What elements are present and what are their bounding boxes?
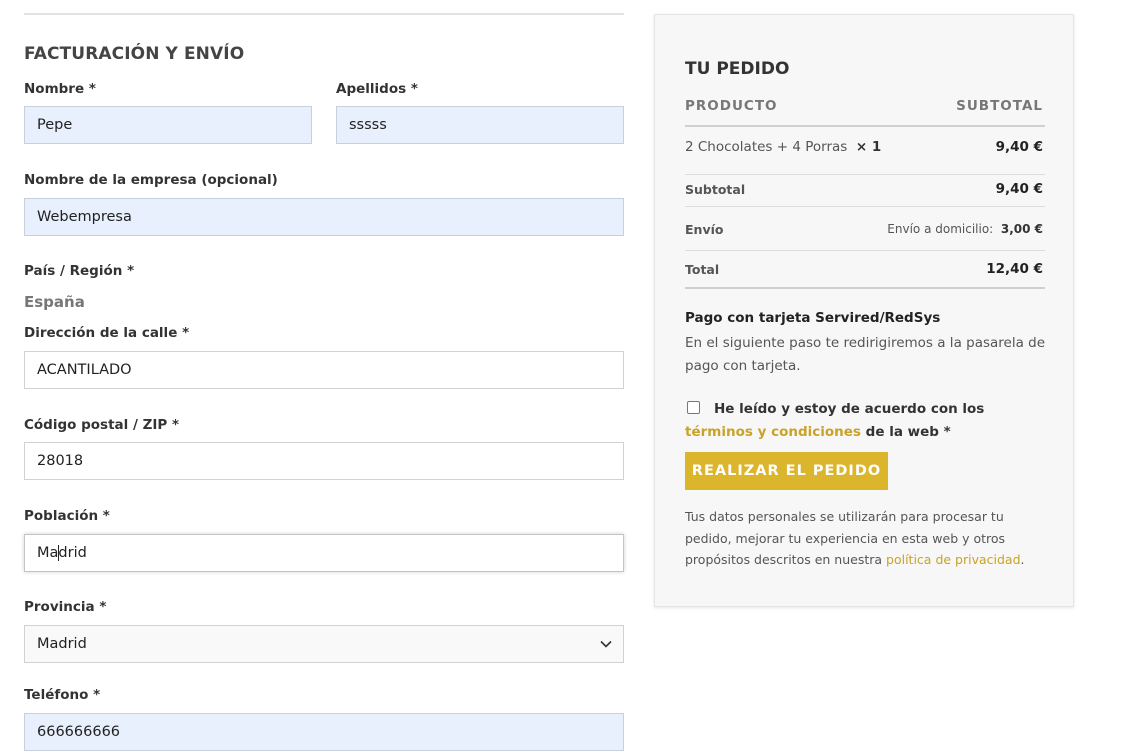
billing-title: FACTURACIÓN Y ENVÍO xyxy=(24,44,245,64)
country-value: España xyxy=(24,293,85,311)
row-divider xyxy=(685,206,1045,207)
order-title: TU PEDIDO xyxy=(685,59,790,79)
company-label: Nombre de la empresa (opcional) xyxy=(24,172,278,188)
company-field[interactable]: Webempresa xyxy=(24,198,624,236)
item-price: 9,40 € xyxy=(995,139,1043,155)
total-divider xyxy=(685,287,1045,289)
first-name-label: Nombre * xyxy=(24,81,96,97)
order-review-panel: TU PEDIDO PRODUCTO SUBTOTAL 2 Chocolates… xyxy=(654,14,1074,607)
city-label: Población * xyxy=(24,508,110,524)
row-divider xyxy=(685,250,1045,251)
address-field[interactable]: ACANTILADO xyxy=(24,351,624,389)
address-label: Dirección de la calle * xyxy=(24,325,190,341)
terms-text: He leído y estoy de acuerdo con los térm… xyxy=(685,401,985,440)
shipping-value: 3,00 € xyxy=(1000,222,1043,236)
country-label: País / Región * xyxy=(24,263,135,279)
phone-field[interactable]: 666666666 xyxy=(24,713,624,751)
item-name: 2 Chocolates + 4 Porras xyxy=(685,139,848,155)
order-item: 2 Chocolates + 4 Porras × 1 xyxy=(685,139,881,155)
first-name-field[interactable]: Pepe xyxy=(24,106,312,144)
privacy-policy-link[interactable]: política de privacidad xyxy=(886,552,1021,567)
shipping-label: Envío xyxy=(685,222,724,237)
province-value: Madrid xyxy=(37,636,87,652)
last-name-label: Apellidos * xyxy=(336,81,418,97)
city-field[interactable]: Madrid xyxy=(24,534,624,572)
shipping-method-label: Envío a domicilio: xyxy=(887,222,994,236)
province-select[interactable]: Madrid xyxy=(24,625,624,663)
terms-link[interactable]: términos y condiciones xyxy=(685,424,861,440)
subtotal-column-header: SUBTOTAL xyxy=(956,98,1043,114)
city-value-end: drid xyxy=(58,545,87,561)
shipping-method: Envío a domicilio: 3,00 € xyxy=(887,222,1043,236)
section-divider xyxy=(24,13,624,15)
province-label: Provincia * xyxy=(24,599,107,615)
total-value: 12,40 € xyxy=(986,261,1043,277)
place-order-button[interactable]: REALIZAR EL PEDIDO xyxy=(685,452,888,490)
last-name-field[interactable]: sssss xyxy=(336,106,624,144)
product-column-header: PRODUCTO xyxy=(685,98,778,114)
subtotal-label: Subtotal xyxy=(685,182,746,197)
phone-label: Teléfono * xyxy=(24,687,101,703)
row-divider xyxy=(685,174,1045,175)
terms-checkbox[interactable] xyxy=(687,401,700,414)
city-value-start: Ma xyxy=(37,545,59,561)
postcode-label: Código postal / ZIP * xyxy=(24,417,180,433)
payment-method-title: Pago con tarjeta Servired/RedSys xyxy=(685,310,941,326)
privacy-notice: Tus datos personales se utilizarán para … xyxy=(685,509,1025,567)
subtotal-value: 9,40 € xyxy=(995,181,1043,197)
postcode-field[interactable]: 28018 xyxy=(24,442,624,480)
item-quantity: × 1 xyxy=(855,139,882,155)
total-label: Total xyxy=(685,262,720,277)
chevron-down-icon xyxy=(599,626,613,662)
payment-description: En el siguiente paso te redirigiremos a … xyxy=(685,335,1046,374)
header-divider xyxy=(685,125,1045,127)
